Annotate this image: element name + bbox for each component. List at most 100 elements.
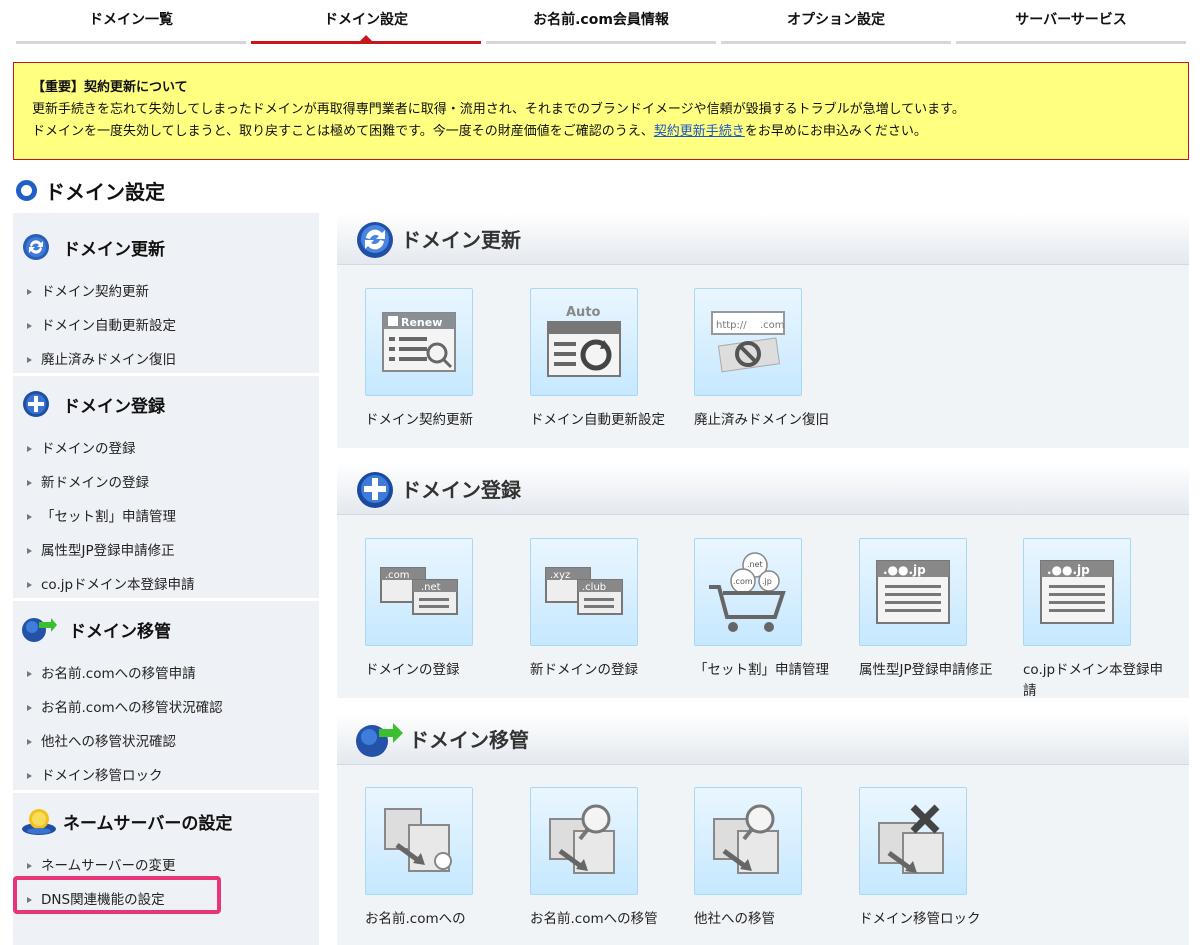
sidebar-item-label: ドメイン契約更新 <box>41 284 149 300</box>
renewal-link[interactable]: 契約更新手続き <box>654 124 745 139</box>
register-image: .com .net <box>365 538 473 646</box>
img-text: .com <box>760 320 785 331</box>
sidebar-item-label: ドメイン自動更新設定 <box>41 318 176 334</box>
transfer-status-image <box>530 787 638 895</box>
top-nav: ドメイン一覧 ドメイン設定 お名前.com会員情報 オプション設定 サーバーサー… <box>0 0 1200 46</box>
tile-transfer-out-status[interactable]: 他社への移管 <box>694 787 844 930</box>
transfer-icon <box>21 614 57 644</box>
tile-jp-fix[interactable]: .●●.jp 属性型JP登録申請修正 <box>859 538 1009 681</box>
auto-renew-image: Auto <box>530 288 638 396</box>
sidebar-item-label: ドメイン移管ロック <box>41 768 163 784</box>
restore-image: http:// .com <box>694 288 802 396</box>
sidebar-item-label: ドメインの登録 <box>41 441 136 457</box>
sidebar-heading-text: ネームサーバーの設定 <box>63 813 233 834</box>
dns-settings-highlight <box>13 876 221 914</box>
sidebar-item-label: 廃止済みドメイン復旧 <box>41 352 176 368</box>
new-domain-image: .xyz .club <box>530 538 638 646</box>
sidebar-item-label: 他社への移管状況確認 <box>41 734 176 750</box>
renew-icon <box>355 219 395 259</box>
sidebar-heading: ドメイン登録 <box>13 376 319 432</box>
img-text: Auto <box>566 305 601 320</box>
sidebar-heading: ドメイン移管 <box>13 601 319 657</box>
img-text: Renew <box>401 316 442 329</box>
tile-transfer-request[interactable]: お名前.comへの <box>365 787 515 930</box>
sidebar-section-register: ドメイン登録 ドメインの登録 新ドメインの登録 「セット割」申請管理 属性型JP… <box>13 376 319 602</box>
sidebar-item-new-domain[interactable]: 新ドメインの登録 <box>13 466 319 500</box>
tile-cojp[interactable]: .●●.jp co.jpドメイン本登録申請 <box>1023 538 1173 702</box>
sidebar-item-transfer-lock[interactable]: ドメイン移管ロック <box>13 759 319 793</box>
tile-label: ドメイン自動更新設定 <box>530 412 665 428</box>
tab-label: ドメイン設定 <box>324 12 408 28</box>
plus-icon <box>355 469 395 509</box>
sidebar-heading: ドメイン更新 <box>13 219 319 275</box>
sidebar-heading-text: ドメイン更新 <box>63 239 165 260</box>
sidebar-item-restore[interactable]: 廃止済みドメイン復旧 <box>13 343 319 377</box>
tile-register[interactable]: .com .net ドメインの登録 <box>365 538 515 681</box>
sidebar-item-set-discount[interactable]: 「セット割」申請管理 <box>13 500 319 534</box>
notice-title: 【重要】契約更新について <box>32 80 188 95</box>
sidebar-item-auto-renew[interactable]: ドメイン自動更新設定 <box>13 309 319 343</box>
sidebar-item-cojp[interactable]: co.jpドメイン本登録申請 <box>13 568 319 602</box>
tile-label: 新ドメインの登録 <box>530 662 638 678</box>
tab-domain-settings[interactable]: ドメイン設定 <box>251 0 481 46</box>
tile-label: 廃止済みドメイン復旧 <box>694 412 829 428</box>
tile-auto-renew[interactable]: Auto ドメイン自動更新設定 <box>530 288 680 431</box>
panel-register: ドメイン登録 .com .net ドメインの登録 .xyz .club 新ドメイ… <box>337 463 1189 699</box>
notice-line-1: 更新手続きを忘れて失効してしまったドメインが再取得専門業者に取得・流用され、それ… <box>32 102 965 117</box>
sidebar-item-label: お名前.comへの移管状況確認 <box>41 700 223 716</box>
img-text: http:// <box>716 320 747 331</box>
panel-heading: ドメイン移管 <box>337 713 1189 765</box>
sidebar-heading: ネームサーバーの設定 <box>13 793 319 849</box>
panel-heading-text: ドメイン更新 <box>401 228 521 252</box>
panel-heading-text: ドメイン登録 <box>401 478 521 502</box>
panel-heading: ドメイン登録 <box>337 463 1189 515</box>
tile-label: 他社への移管 <box>694 911 775 927</box>
plus-icon <box>21 389 51 419</box>
important-notice: 【重要】契約更新について 更新手続きを忘れて失効してしまったドメインが再取得専門… <box>13 62 1189 160</box>
sidebar-item-transfer-request[interactable]: お名前.comへの移管申請 <box>13 657 319 691</box>
img-text: .●●.jp <box>1047 563 1090 577</box>
renew-contract-image: Renew <box>365 288 473 396</box>
img-text: .club <box>582 582 606 593</box>
tab-server-service[interactable]: サーバーサービス <box>956 0 1186 46</box>
sidebar-item-label: お名前.comへの移管申請 <box>41 666 196 682</box>
tile-label: お名前.comへの <box>365 911 466 927</box>
transfer-request-image <box>365 787 473 895</box>
cojp-domain-image: .●●.jp <box>1023 538 1131 646</box>
sidebar-item-register[interactable]: ドメインの登録 <box>13 432 319 466</box>
tile-transfer-status[interactable]: お名前.comへの移管 <box>530 787 680 930</box>
panel-transfer: ドメイン移管 お名前.comへの お名前.comへの移管 他社への移管 ドメイン… <box>337 713 1189 945</box>
cart-image: .net .com .jp <box>694 538 802 646</box>
sidebar-item-transfer-out-status[interactable]: 他社への移管状況確認 <box>13 725 319 759</box>
sidebar-item-label: 新ドメインの登録 <box>41 475 149 491</box>
jp-domain-image: .●●.jp <box>859 538 967 646</box>
page-title-text: ドメイン設定 <box>45 179 165 204</box>
tab-label: ドメイン一覧 <box>89 12 173 28</box>
tile-new-domain[interactable]: .xyz .club 新ドメインの登録 <box>530 538 680 681</box>
tile-label: 属性型JP登録申請修正 <box>859 662 993 678</box>
sidebar-item-label: 「セット割」申請管理 <box>41 509 176 525</box>
page-title: ドメイン設定 <box>16 176 165 204</box>
sidebar-item-label: co.jpドメイン本登録申請 <box>41 577 195 593</box>
transfer-lock-image <box>859 787 967 895</box>
tile-restore[interactable]: http:// .com 廃止済みドメイン復旧 <box>694 288 844 431</box>
sidebar-item-renew-contract[interactable]: ドメイン契約更新 <box>13 275 319 309</box>
sidebar-item-label: ネームサーバーの変更 <box>41 858 176 874</box>
tile-label: お名前.comへの移管 <box>530 911 658 927</box>
tile-transfer-lock[interactable]: ドメイン移管ロック <box>859 787 1009 930</box>
tile-renew-contract[interactable]: Renew ドメイン契約更新 <box>365 288 515 431</box>
tab-option-settings[interactable]: オプション設定 <box>721 0 951 46</box>
sidebar-item-jp-fix[interactable]: 属性型JP登録申請修正 <box>13 534 319 568</box>
tab-member-info[interactable]: お名前.com会員情報 <box>486 0 716 46</box>
transfer-out-status-image <box>694 787 802 895</box>
tile-set-discount[interactable]: .net .com .jp 「セット割」申請管理 <box>694 538 844 681</box>
sidebar-heading-text: ドメイン登録 <box>63 396 165 417</box>
sidebar-heading-text: ドメイン移管 <box>69 621 171 642</box>
sidebar-item-label: 属性型JP登録申請修正 <box>41 543 175 559</box>
sidebar-item-transfer-status[interactable]: お名前.comへの移管状況確認 <box>13 691 319 725</box>
sidebar: ドメイン更新 ドメイン契約更新 ドメイン自動更新設定 廃止済みドメイン復旧 ドメ… <box>13 213 319 945</box>
tab-domain-list[interactable]: ドメイン一覧 <box>16 0 246 46</box>
tile-label: 「セット割」申請管理 <box>694 662 829 678</box>
img-text: .net <box>747 560 763 569</box>
tile-label: co.jpドメイン本登録申請 <box>1023 662 1164 699</box>
